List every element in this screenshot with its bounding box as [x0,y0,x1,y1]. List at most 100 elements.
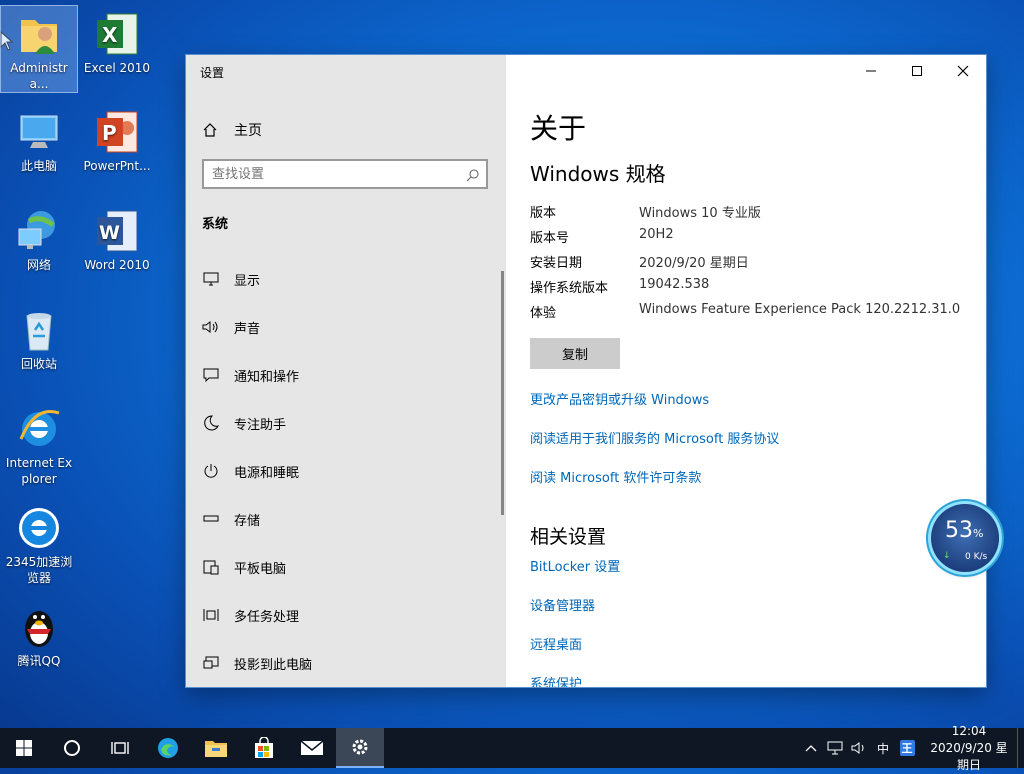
spec-row: 版本号 20H2 [530,227,960,252]
desktop-icon-label: Internet Explorer [5,456,73,486]
home-icon [202,122,222,138]
desktop-icon-qq[interactable]: 腾讯QQ [1,599,77,669]
nav-item-label: 电源和睡眠 [234,465,300,481]
nav-item-sound[interactable]: 声音 [186,303,506,351]
nav-item-notifications[interactable]: 通知和操作 [186,351,506,399]
nav-item-display[interactable]: 显示 [186,255,506,303]
nav-item-storage[interactable]: 存储 [186,495,506,543]
desktop-icon-administrator[interactable]: Administra... [0,5,78,93]
search-icon[interactable] [466,167,480,186]
project-icon [202,654,220,672]
start-button[interactable] [0,728,48,768]
qq-penguin-icon [15,603,63,651]
maximize-icon [912,66,922,76]
spec-row: 安装日期 2020/9/20 星期日 [530,252,960,277]
nav-scrollbar[interactable] [501,271,504,515]
nav-item-tablet[interactable]: 平板电脑 [186,543,506,591]
desktop-icon-excel[interactable]: X Excel 2010 [79,6,155,76]
nav-item-project[interactable]: 投影到此电脑 [186,639,506,687]
spec-value: 19042.538 [639,277,710,292]
nav-item-focus-assist[interactable]: 专注助手 [186,399,506,447]
speed-monitor-widget[interactable]: 53% ↓ 0 K/s [931,504,999,572]
clock-date: 2020/9/20 星期日 [930,740,1008,772]
power-icon [202,462,220,480]
percent-value: 53 [945,518,973,543]
tray-chevron-up-icon[interactable] [799,744,823,752]
spec-table: 版本 Windows 10 专业版 版本号 20H2 安装日期 2020/9/20 星… [530,202,960,327]
link-license-terms[interactable]: 阅读 Microsoft 软件许可条款 [530,467,701,486]
minimize-button[interactable] [848,55,894,87]
nav-item-multitasking[interactable]: 多任务处理 [186,591,506,639]
nav-item-label: 多任务处理 [234,609,300,625]
search-box[interactable] [202,159,488,189]
link-device-manager[interactable]: 设备管理器 [530,595,595,614]
network-icon [15,207,63,255]
spec-row: 操作系统版本 19042.538 [530,277,960,302]
tray-ime-indicator[interactable]: 中 [871,740,895,757]
task-view-icon [111,742,129,754]
nav-item-label: 通知和操作 [234,369,300,385]
close-icon [957,65,969,77]
taskbar-file-explorer[interactable] [192,728,240,768]
windows-logo-icon [16,740,32,756]
search-input[interactable] [204,165,454,183]
spec-key: 安装日期 [530,256,583,271]
nav-home-label: 主页 [234,123,262,139]
window-controls [848,55,986,87]
tray-volume-icon[interactable] [847,741,871,755]
desktop-icon-network[interactable]: 网络 [1,203,77,273]
desktop-icon-label: PowerPnt... [83,159,151,173]
tray-ime-wang-icon[interactable]: 王 [895,740,919,756]
percent-unit: % [973,527,984,540]
spec-row: 版本 Windows 10 专业版 [530,202,960,227]
recycle-bin-icon [15,306,63,354]
close-button[interactable] [940,55,986,87]
system-tray: 中 王 12:04 2020/9/20 星期日 [799,724,1024,772]
svg-text:P: P [102,121,117,145]
computer-icon [15,108,63,156]
taskbar-store[interactable] [240,728,288,768]
show-desktop-button[interactable] [1017,728,1024,768]
spec-value: Windows Feature Experience Pack 120.2212… [639,302,961,317]
maximize-button[interactable] [894,55,940,87]
2345-browser-icon [15,504,63,552]
taskbar-mail[interactable] [288,728,336,768]
notification-icon [202,366,220,384]
desktop-icon-word[interactable]: W Word 2010 [79,203,155,273]
link-remote-desktop[interactable]: 远程桌面 [530,634,582,653]
desktop-icon-internet-explorer[interactable]: Internet Explorer [1,401,77,487]
tray-network-icon[interactable] [823,741,847,755]
spec-row: 体验 Windows Feature Experience Pack 120.22… [530,302,960,327]
taskbar-edge[interactable] [144,728,192,768]
copy-button[interactable]: 复制 [530,338,620,369]
download-arrow-icon: ↓ [943,551,951,561]
speaker-icon [202,318,220,336]
taskbar-settings[interactable] [336,728,384,768]
network-rate: 0 K/s [965,552,988,562]
store-icon [255,737,273,758]
link-services-agreement[interactable]: 阅读适用于我们服务的 Microsoft 服务协议 [530,428,779,447]
powerpoint-icon: P [93,108,141,156]
settings-window: 设置 主页 系统 显示 声音 通知和操作 专注助手 [186,55,986,687]
spec-key: 版本号 [530,231,570,246]
spec-value: 2020/9/20 星期日 [639,256,749,271]
nav-item-power-sleep[interactable]: 电源和睡眠 [186,447,506,495]
taskbar: 中 王 12:04 2020/9/20 星期日 [0,724,1024,772]
spec-heading: Windows 规格 [530,162,666,186]
nav-item-label: 平板电脑 [234,561,287,577]
link-bitlocker[interactable]: BitLocker 设置 [530,556,620,575]
desktop-icon-powerpoint[interactable]: P PowerPnt... [79,104,155,174]
desktop-icon-this-pc[interactable]: 此电脑 [1,104,77,174]
settings-nav-pane: 设置 主页 系统 显示 声音 通知和操作 专注助手 [186,55,506,687]
search-taskbar-button[interactable] [48,728,96,768]
tablet-icon [202,558,220,576]
nav-home[interactable]: 主页 [202,120,262,140]
desktop-icon-2345-browser[interactable]: 2345加速浏览器 [1,500,77,586]
desktop-icon-recycle-bin[interactable]: 回收站 [1,302,77,372]
desktop-icon-label: 2345加速浏览器 [5,555,73,585]
task-view-button[interactable] [96,728,144,768]
link-system-protection[interactable]: 系统保护 [530,673,582,687]
link-change-product-key[interactable]: 更改产品密钥或升级 Windows [530,389,709,408]
taskbar-clock[interactable]: 12:04 2020/9/20 星期日 [925,723,1013,774]
spec-value: 20H2 [639,227,674,242]
